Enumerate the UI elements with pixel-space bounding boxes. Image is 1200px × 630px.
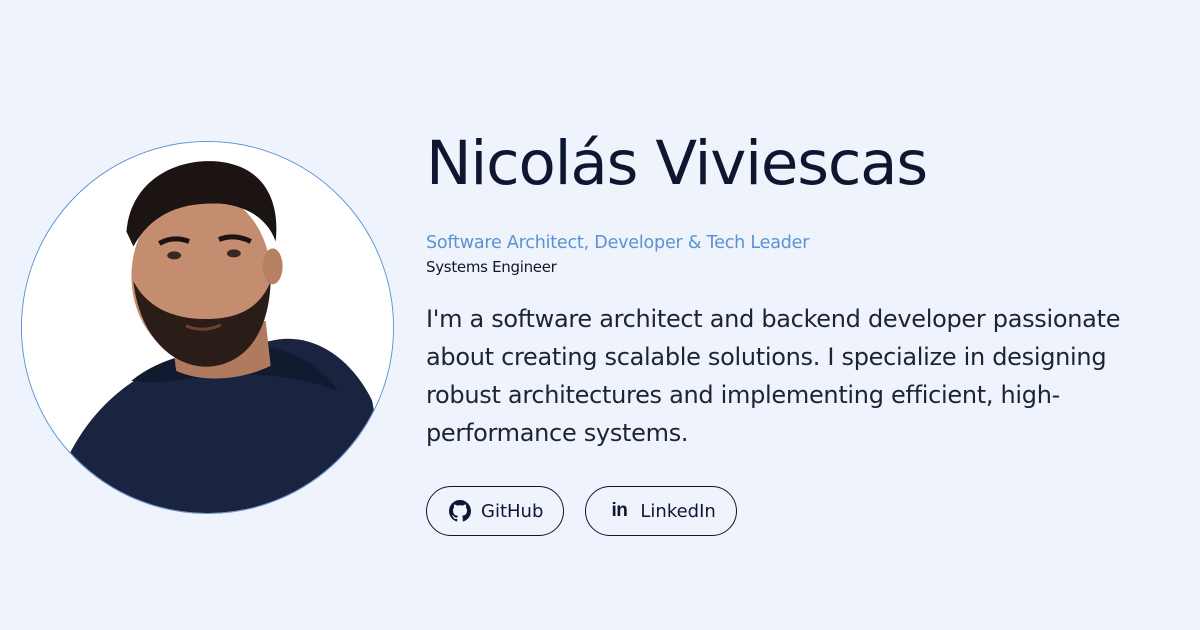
profile-avatar [21, 141, 394, 514]
github-button-label: GitHub [481, 500, 544, 522]
social-links: GitHub in LinkedIn [426, 486, 1166, 536]
github-icon [449, 500, 471, 522]
profile-degree: Systems Engineer [426, 258, 557, 276]
profile-bio: I'm a software architect and backend dev… [426, 305, 1121, 447]
linkedin-icon: in [611, 500, 628, 521]
github-button[interactable]: GitHub [426, 486, 565, 536]
linkedin-button[interactable]: in LinkedIn [585, 486, 737, 536]
profile-content: Nicolás Viviescas Software Architect, De… [426, 122, 1166, 536]
linkedin-button-label: LinkedIn [640, 500, 716, 522]
avatar-photo [22, 142, 393, 513]
profile-role: Software Architect, Developer & Tech Lea… [426, 233, 810, 253]
profile-name: Nicolás Viviescas [426, 128, 928, 199]
